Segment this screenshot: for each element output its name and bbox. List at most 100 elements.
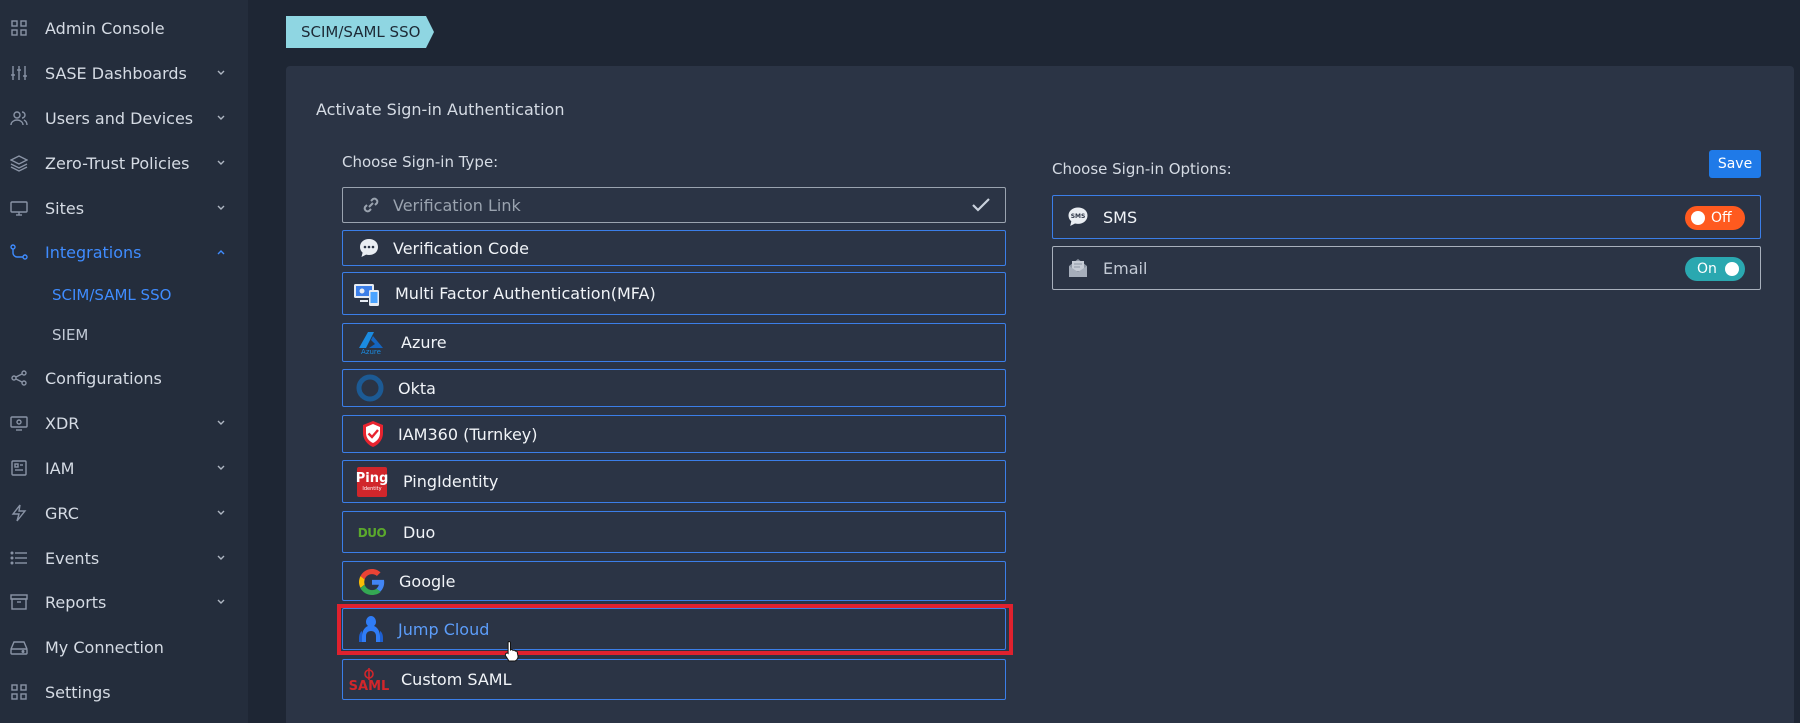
svg-text:SMS: SMS [1071,213,1086,220]
breadcrumb[interactable]: SCIM/SAML SSO [286,16,434,48]
sidebar: Admin Console SASE Dashboards Users and … [0,0,248,723]
signin-type-label: Azure [401,333,447,352]
mfa-icon [353,280,381,308]
sidebar-item-label: IAM [45,458,75,478]
signin-type-google[interactable]: Google [342,561,1006,601]
signin-type-duo[interactable]: DUO Duo [342,511,1006,553]
sidebar-subitem-siem[interactable]: SIEM [52,326,88,344]
sidebar-item-sase-dashboards[interactable]: SASE Dashboards [0,56,248,90]
signin-type-verification-link[interactable]: Verification Link [342,187,1006,223]
chat-bubble-icon [355,234,383,262]
email-toggle[interactable]: On [1685,257,1745,281]
okta-logo-icon [356,374,384,402]
sidebar-item-configurations[interactable]: Configurations [0,361,248,395]
sidebar-subitem-scim-saml-sso[interactable]: SCIM/SAML SSO [52,286,171,304]
signin-type-azure[interactable]: Azure Azure [342,323,1006,362]
chevron-down-icon [217,160,225,165]
signin-type-mfa[interactable]: Multi Factor Authentication(MFA) [342,272,1006,315]
sidebar-item-sites[interactable]: Sites [0,191,248,225]
sliders-icon [11,66,27,80]
signin-type-custom-saml[interactable]: SAML Custom SAML [342,659,1006,700]
sidebar-item-users-and-devices[interactable]: Users and Devices [0,101,248,135]
sidebar-item-zero-trust-policies[interactable]: Zero-Trust Policies [0,146,248,180]
signin-type-label: Custom SAML [401,670,512,689]
chevron-down-icon [217,70,225,75]
sidebar-item-label: Integrations [45,242,142,262]
archive-icon [10,594,28,610]
signin-option-email: Email On [1052,246,1761,290]
sidebar-item-xdr[interactable]: XDR [0,406,248,440]
hand-cursor-icon [504,640,519,662]
signin-option-sms: SMS SMS Off [1052,195,1761,239]
signin-type-label: Okta [398,378,436,398]
signin-type-label: Multi Factor Authentication(MFA) [395,284,656,303]
sidebar-item-reports[interactable]: Reports [0,585,248,619]
sms-toggle[interactable]: Off [1685,206,1745,230]
sidebar-item-iam[interactable]: IAM [0,451,248,485]
signin-options-title: Choose Sign-in Options: [1052,160,1232,178]
signin-type-label: Google [399,571,456,591]
sidebar-item-label: SASE Dashboards [45,63,187,83]
signin-type-label: PingIdentity [403,472,499,491]
signin-type-title: Choose Sign-in Type: [342,153,499,171]
azure-logo-icon: Azure [357,329,385,357]
envelope-icon [1067,257,1089,279]
bolt-icon [11,504,27,522]
sms-icon: SMS [1067,206,1089,228]
checkmark-icon [972,198,990,212]
sidebar-item-settings[interactable]: Settings [0,675,248,709]
chevron-down-icon [217,115,225,120]
panel-title: Activate Sign-in Authentication [316,100,565,119]
chevron-down-icon [217,205,225,210]
toggle-state-label: Off [1711,210,1732,226]
grid-icon [11,684,27,700]
monitor-icon [10,201,28,216]
chevron-down-icon [217,420,225,425]
sidebar-item-events[interactable]: Events [0,541,248,575]
toggle-state-label: On [1697,261,1717,277]
integrations-icon [10,244,28,260]
selection-highlight [337,604,1013,655]
signin-type-label: Verification Code [393,238,529,258]
users-icon [10,111,28,126]
google-logo-icon [358,568,386,596]
sidebar-item-my-connection[interactable]: My Connection [0,630,248,664]
sidebar-item-label: XDR [45,413,80,433]
save-button[interactable]: Save [1709,150,1761,178]
signin-type-label: Duo [403,522,436,542]
signin-option-label: SMS [1103,208,1138,227]
chevron-down-icon [217,599,225,604]
sidebar-item-label: Settings [45,682,111,702]
signin-type-verification-code[interactable]: Verification Code [342,230,1006,266]
signin-option-label: Email [1103,259,1148,278]
chevron-down-icon [217,555,225,560]
signin-type-okta[interactable]: Okta [342,369,1006,407]
saml-logo-icon: SAML [349,665,389,697]
shield-check-icon [359,420,387,448]
signin-type-iam360[interactable]: IAM360 (Turnkey) [342,415,1006,453]
toggle-knob [1691,211,1705,225]
sidebar-item-integrations[interactable]: Integrations [0,235,248,269]
link-icon [357,191,385,219]
share-icon [11,370,27,386]
sidebar-item-label: Configurations [45,368,162,388]
chevron-up-icon [217,250,225,255]
drive-icon [10,641,28,655]
sidebar-item-label: Reports [45,592,107,612]
sidebar-item-grc[interactable]: GRC [0,496,248,530]
sidebar-item-label: Users and Devices [45,108,194,128]
sidebar-item-label: GRC [45,503,79,523]
sidebar-item-label: Zero-Trust Policies [45,153,190,173]
sidebar-item-label: My Connection [45,637,164,657]
sidebar-item-admin-console[interactable]: Admin Console [0,11,248,45]
sidebar-item-label: Sites [45,198,85,218]
layers-icon [10,155,28,172]
ping-logo-icon: Ping Identity [356,467,388,497]
list-icon [10,551,27,565]
signin-type-pingidentity[interactable]: Ping Identity PingIdentity [342,460,1006,503]
iam-icon [11,460,27,476]
signin-type-label: Verification Link [393,195,521,215]
signin-type-label: IAM360 (Turnkey) [398,424,538,444]
chevron-down-icon [217,465,225,470]
chevron-down-icon [217,510,225,515]
